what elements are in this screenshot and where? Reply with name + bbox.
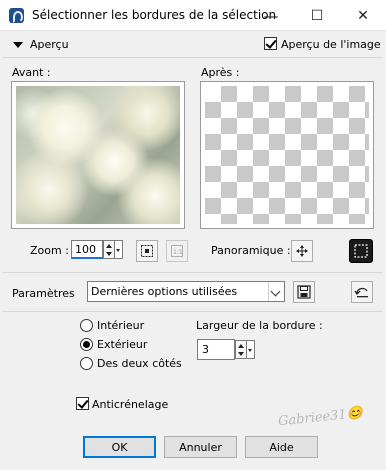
zoom-fit-icon [141,245,153,257]
after-preview[interactable] [200,81,374,229]
presets-select[interactable]: Dernières options utilisées [87,281,285,302]
zoom-input[interactable]: 100 [71,240,103,259]
zoom-label: Zoom : [30,244,69,257]
zoom-actual-size-button[interactable]: 1:1 [166,240,188,262]
spin-down-icon[interactable] [106,252,112,256]
radio-exterieur-label[interactable]: Extérieur [97,338,147,351]
radio-des-deux-cotes-label[interactable]: Des deux côtés [97,357,182,370]
radio-exterieur[interactable] [80,338,93,351]
largeur-label: Largeur de la bordure : [196,319,323,332]
marquee-selection-icon [354,244,368,258]
reset-button[interactable] [351,281,373,303]
separator [3,57,383,58]
apercu-image-checkbox[interactable] [264,37,277,50]
apercu-label[interactable]: Aperçu [30,38,69,51]
radio-interieur[interactable] [80,319,93,332]
avant-label: Avant : [12,66,51,79]
roses-image [16,86,180,224]
parametres-label: Paramètres [12,287,75,300]
pan-button[interactable] [291,240,313,262]
anticrenelage-label[interactable]: Anticrénelage [92,398,168,411]
spin-up-icon[interactable] [106,244,112,248]
zoom-spinner[interactable] [103,240,115,259]
signature-watermark: Gabriee31😊 [277,405,364,430]
apres-label: Après : [201,66,240,79]
border-width-dropdown-arrow[interactable] [247,340,255,359]
separator [3,272,383,273]
actual-size-icon: 1:1 [171,245,183,257]
selection-toggle-button[interactable] [349,239,373,263]
maximize-button[interactable]: ☐ [294,0,340,31]
title-bar: Sélectionner les bordures de la sélectio… [0,0,386,31]
before-preview[interactable] [11,81,185,229]
save-preset-button[interactable] [293,281,315,303]
transparency-checkerboard [205,86,369,224]
panoramique-label: Panoramique : [211,244,291,257]
chevron-down-icon[interactable] [268,282,284,301]
minimize-button[interactable]: — [248,0,294,31]
close-button[interactable]: ✕ [340,0,386,31]
separator [3,311,383,312]
spin-up-icon[interactable] [238,344,244,348]
border-width-input[interactable]: 3 [197,339,235,360]
svg-text:1:1: 1:1 [173,249,183,256]
move-arrows-icon [296,245,308,257]
radio-interieur-label[interactable]: Intérieur [97,319,144,332]
cancel-button[interactable]: Annuler [164,436,237,458]
ok-button[interactable]: OK [83,436,156,458]
spin-down-icon[interactable] [238,352,244,356]
collapse-triangle-icon[interactable] [13,42,23,48]
presets-select-value: Dernières options utilisées [91,285,238,298]
app-icon [9,8,24,23]
help-button[interactable]: Aide [245,436,318,458]
apercu-section-header: Aperçu Aperçu de l'image [0,33,386,57]
apercu-image-label[interactable]: Aperçu de l'image [281,38,381,51]
zoom-dropdown-arrow[interactable] [115,240,123,259]
window-title: Sélectionner les bordures de la sélectio… [32,8,277,22]
border-width-spinner[interactable] [235,340,247,359]
anticrenelage-checkbox[interactable] [76,397,89,410]
radio-des-deux-cotes[interactable] [80,357,93,370]
floppy-disk-icon [297,285,311,299]
zoom-fit-button[interactable] [136,240,158,262]
reset-arrow-icon [354,287,368,298]
